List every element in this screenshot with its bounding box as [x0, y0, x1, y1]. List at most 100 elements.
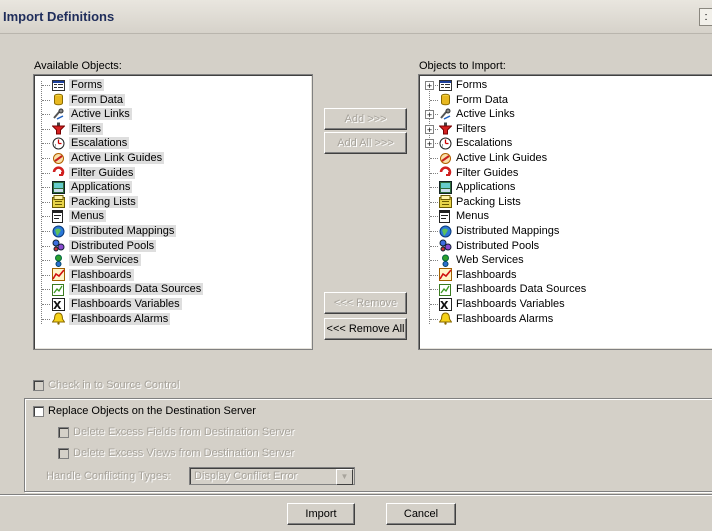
tree-branch [42, 187, 50, 189]
check-in-checkbox[interactable] [33, 380, 44, 391]
tree-item-label: Distributed Pools [456, 239, 540, 252]
tree-item[interactable]: Menus [439, 209, 489, 223]
tree-item[interactable]: Web Services [439, 253, 524, 267]
tree-item[interactable]: Flashboards Alarms [438, 312, 554, 326]
list-item[interactable]: Filter Guides [52, 166, 136, 180]
tree-item[interactable]: Distributed Pools [439, 239, 539, 253]
tree-item[interactable]: X Flashboards Variables [439, 297, 565, 312]
active-link-guide-icon [439, 152, 452, 165]
tree-item[interactable]: Form Data [439, 93, 508, 107]
database-icon [439, 93, 452, 106]
tree-item-label: Form Data [456, 93, 508, 106]
delete-fields-checkbox[interactable] [58, 427, 69, 438]
filter-guide-icon [439, 166, 452, 179]
list-item[interactable]: Packing Lists [52, 195, 138, 209]
tree-branch [430, 289, 438, 291]
expand-icon[interactable]: + [425, 81, 434, 91]
available-objects-list[interactable]: Forms Form Data Active Links Filters! Escala… [33, 74, 313, 350]
chevron-down-icon[interactable]: ▼ [336, 469, 353, 485]
tree-item[interactable]: ! Escalations [439, 136, 512, 150]
list-item-label: Distributed Mappings [69, 225, 177, 237]
list-item[interactable]: Applications [52, 180, 133, 194]
remove-button[interactable]: <<< Remove [324, 292, 407, 314]
close-icon[interactable]: : [699, 8, 712, 26]
filter-icon [51, 122, 66, 135]
list-item[interactable]: Menus [52, 209, 107, 223]
tree-item-label: Menus [456, 210, 490, 223]
filter-guide-icon [52, 166, 65, 179]
tree-branch [42, 245, 50, 247]
list-item[interactable]: Web Services [52, 253, 141, 267]
list-item-label: Forms [69, 79, 105, 91]
list-item[interactable]: Forms [52, 78, 105, 92]
list-item[interactable]: Distributed Pools [52, 239, 157, 253]
replace-objects-checkbox[interactable] [33, 406, 44, 417]
svg-text:!: ! [55, 144, 56, 150]
flashboard-variable-icon: X [52, 297, 65, 312]
available-objects-label: Available Objects: [34, 60, 122, 72]
tree-branch [42, 143, 50, 145]
remove-all-button[interactable]: <<< Remove All [324, 318, 407, 340]
tree-item[interactable]: Active Link Guides [439, 151, 547, 165]
list-item[interactable]: X Flashboards Variables [52, 297, 182, 312]
objects-to-import-list[interactable]: + Forms Form Data + Active Links + Filters +! Es… [418, 74, 712, 350]
tree-item[interactable]: Flashboards [439, 268, 517, 282]
tree-branch [430, 201, 438, 203]
tree-branch [42, 85, 50, 86]
flashboard-data-source-icon [439, 283, 452, 296]
flashboard-alarm-icon [51, 312, 66, 325]
svg-text:X: X [53, 299, 62, 311]
tree-item[interactable]: Distributed Mappings [439, 224, 559, 238]
list-item[interactable]: Flashboards [52, 268, 134, 282]
cancel-button[interactable]: Cancel [386, 503, 456, 525]
list-item-label: Flashboards [69, 268, 134, 281]
tree-branch [42, 216, 50, 218]
flashboard-variable-icon: X [439, 297, 452, 312]
tree-item-label: Active Links [456, 108, 515, 121]
tree-branch [42, 318, 50, 320]
expand-icon[interactable]: + [425, 124, 434, 134]
list-item-label: Applications [69, 181, 133, 194]
tree-branch [430, 216, 438, 218]
expand-icon[interactable]: + [425, 110, 434, 120]
web-service-icon [439, 254, 452, 267]
list-item-label: Escalations [69, 137, 130, 150]
tree-item[interactable]: Filter Guides [439, 166, 518, 180]
tree-item-label: Applications [456, 181, 516, 194]
database-icon [52, 93, 65, 106]
delete-views-label: Delete Excess Views from Destination Ser… [73, 447, 295, 459]
tree-item[interactable]: Flashboards Data Sources [439, 282, 586, 296]
tree-item-label: Distributed Mappings [456, 225, 560, 237]
title-bar: Import Definitions : [0, 0, 712, 34]
list-item[interactable]: ! Escalations [52, 136, 130, 150]
tree-item[interactable]: Forms [439, 78, 487, 92]
handle-conflicting-value: Display Conflict Error [194, 470, 298, 482]
list-item[interactable]: Flashboards Data Sources [52, 282, 204, 296]
list-item[interactable]: Active Link Guides [52, 151, 165, 165]
tree-item-label: Escalations [456, 137, 513, 150]
tree-branch [42, 99, 50, 101]
tree-branch [430, 99, 438, 101]
expand-icon[interactable]: + [425, 139, 434, 149]
tree-item-label: Packing Lists [456, 195, 521, 208]
list-item[interactable]: Filters [51, 122, 103, 136]
list-item[interactable]: Flashboards Alarms [51, 312, 171, 326]
list-item[interactable]: Active Links [52, 107, 132, 121]
tree-item[interactable]: Applications [439, 180, 515, 194]
list-item[interactable]: Form Data [52, 93, 125, 107]
tree-item[interactable]: Active Links [439, 107, 515, 121]
add-button[interactable]: Add >>> [324, 108, 407, 130]
add-all-button[interactable]: Add All >>> [324, 132, 407, 154]
tree-item-label: Web Services [456, 254, 524, 267]
tree-item[interactable]: Packing Lists [439, 195, 521, 209]
flashboard-icon [52, 268, 65, 282]
form-icon [439, 79, 452, 92]
tree-item-label: Flashboards Alarms [456, 312, 554, 325]
delete-views-checkbox[interactable] [58, 448, 69, 459]
distributed-mapping-icon [52, 225, 65, 238]
handle-conflicting-select[interactable]: Display Conflict Error ▼ [189, 467, 355, 485]
svg-text:!: ! [442, 144, 443, 150]
list-item[interactable]: Distributed Mappings [52, 224, 177, 238]
import-button[interactable]: Import [287, 503, 355, 525]
tree-item[interactable]: Filters [438, 122, 486, 136]
